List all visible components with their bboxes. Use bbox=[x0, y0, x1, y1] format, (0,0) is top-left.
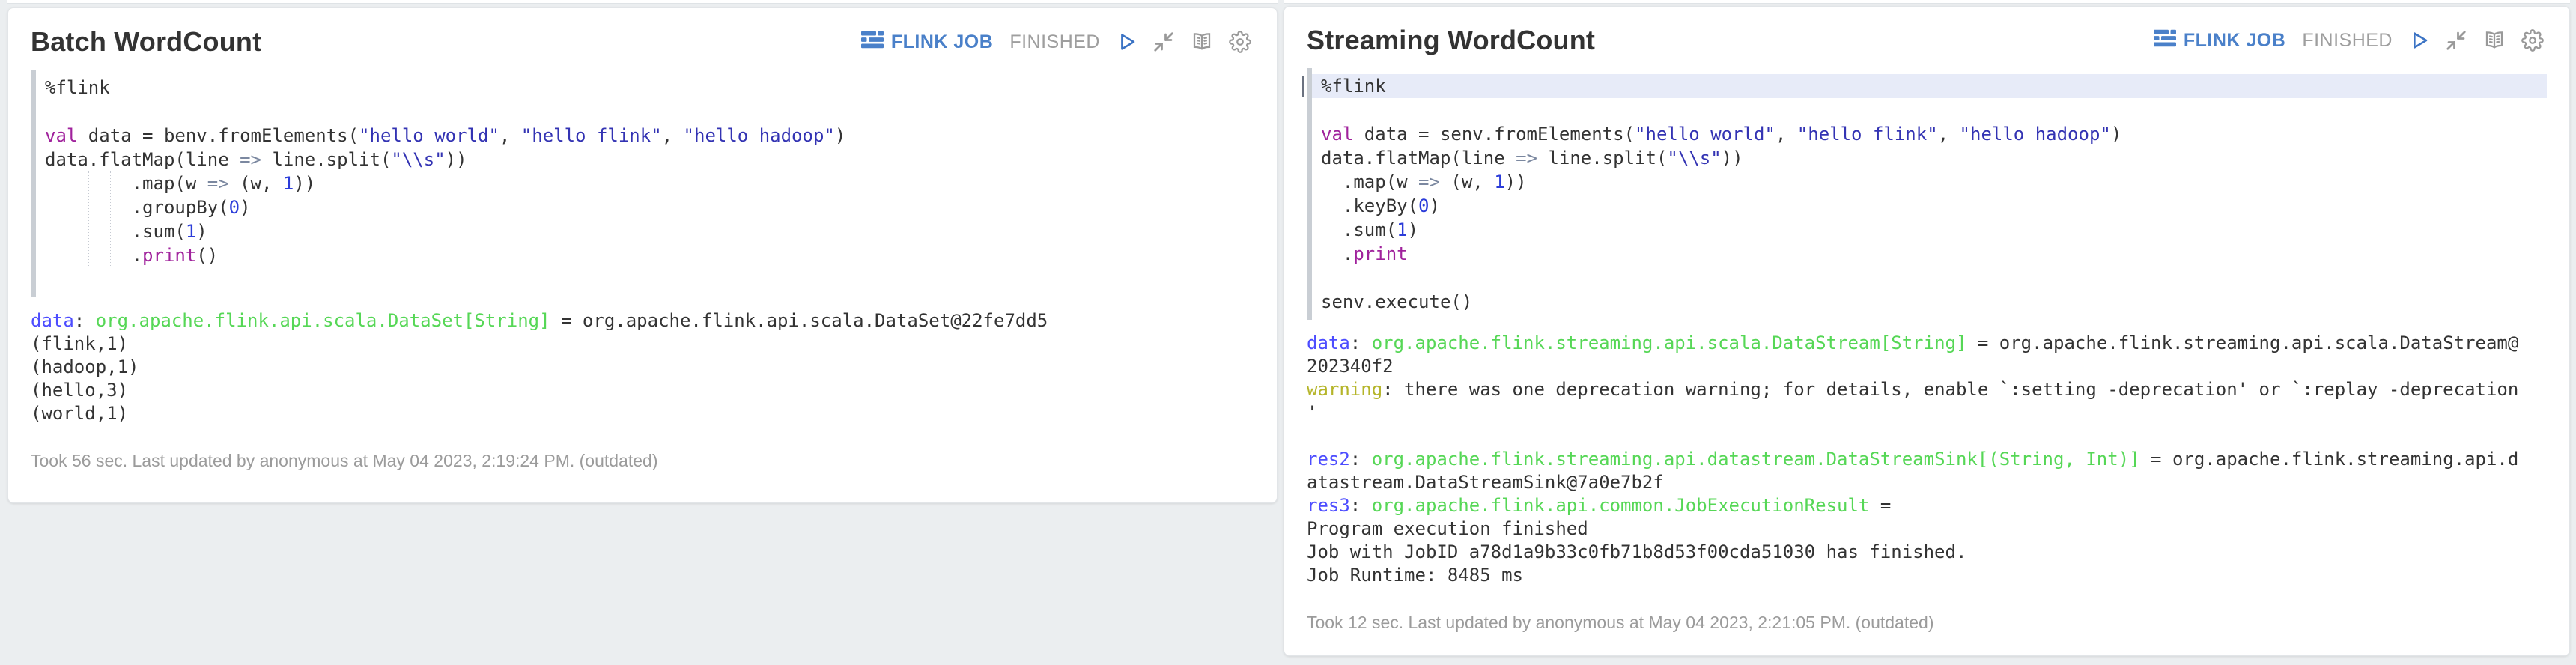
settings-button[interactable] bbox=[2521, 29, 2544, 52]
paragraph-title: Streaming WordCount bbox=[1307, 25, 1595, 56]
compress-icon bbox=[2445, 29, 2467, 52]
paragraph-title: Batch WordCount bbox=[31, 26, 261, 58]
flink-job-label: FLINK JOB bbox=[891, 31, 993, 53]
code-editor[interactable]: %flink val data = benv.fromElements("hel… bbox=[31, 70, 1254, 297]
paragraph-footer: Took 12 sec. Last updated by anonymous a… bbox=[1307, 613, 2547, 633]
paragraph-batch-wordcount: Batch WordCount FLINK JOB FINISHED bbox=[7, 7, 1278, 503]
flink-job-link[interactable]: FLINK JOB bbox=[861, 30, 993, 55]
paragraph-header: Streaming WordCount FLINK JOB FINISHED bbox=[1284, 7, 2569, 61]
paragraph-output: data: org.apache.flink.streaming.api.sca… bbox=[1307, 332, 2551, 587]
paragraph-header: Batch WordCount FLINK JOB FINISHED bbox=[8, 8, 1277, 62]
gear-icon bbox=[1229, 31, 1251, 53]
play-icon bbox=[1115, 31, 1137, 53]
job-list-icon bbox=[2154, 28, 2176, 53]
flink-job-link[interactable]: FLINK JOB bbox=[2154, 28, 2285, 53]
run-button[interactable] bbox=[2408, 29, 2430, 52]
book-icon bbox=[2482, 29, 2506, 52]
status-badge: FINISHED bbox=[1009, 31, 1100, 53]
collapse-button[interactable] bbox=[2445, 29, 2467, 52]
status-badge: FINISHED bbox=[2302, 30, 2393, 52]
play-icon bbox=[2408, 29, 2430, 52]
show-report-button[interactable] bbox=[2482, 29, 2506, 52]
previous-paragraph-edge bbox=[7, 0, 1278, 4]
paragraph-controls: FLINK JOB FINISHED bbox=[2154, 28, 2544, 53]
compress-icon bbox=[1152, 31, 1175, 53]
collapse-button[interactable] bbox=[1152, 31, 1175, 53]
previous-paragraph-edge bbox=[1284, 0, 2570, 4]
settings-button[interactable] bbox=[1229, 31, 1251, 53]
code-editor[interactable]: %flink val data = senv.fromElements("hel… bbox=[1307, 68, 2547, 320]
paragraph-output: data: org.apache.flink.api.scala.DataSet… bbox=[31, 309, 1259, 425]
job-list-icon bbox=[861, 30, 884, 55]
flink-job-label: FLINK JOB bbox=[2184, 30, 2285, 52]
run-button[interactable] bbox=[1115, 31, 1137, 53]
show-report-button[interactable] bbox=[1190, 31, 1214, 53]
book-icon bbox=[1190, 31, 1214, 53]
text-cursor bbox=[1302, 76, 1304, 97]
paragraph-footer: Took 56 sec. Last updated by anonymous a… bbox=[31, 451, 1254, 471]
paragraph-controls: FLINK JOB FINISHED bbox=[861, 30, 1251, 55]
gear-icon bbox=[2521, 29, 2544, 52]
paragraph-streaming-wordcount: Streaming WordCount FLINK JOB FINISHED bbox=[1284, 6, 2570, 656]
